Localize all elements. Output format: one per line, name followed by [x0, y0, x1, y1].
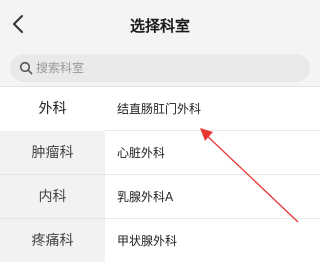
- sidebar-item-surgery[interactable]: 外科: [0, 87, 105, 131]
- list-item-thyroid-surgery[interactable]: 甲状腺外科: [105, 219, 320, 262]
- header-bar: 选择科室: [0, 0, 320, 50]
- search-input[interactable]: [36, 58, 296, 78]
- list-item-label: 心脏外科: [117, 146, 166, 160]
- category-sidebar: 外科 肿瘤科 内科 疼痛科: [0, 87, 105, 262]
- sidebar-item-label: 疼痛科: [31, 233, 74, 249]
- list-item-colorectal-surgery[interactable]: 结直肠肛门外科: [105, 87, 320, 131]
- search-bar: [0, 50, 320, 86]
- page-title: 选择科室: [129, 17, 190, 35]
- sidebar-item-label: 肿瘤科: [31, 145, 74, 161]
- sidebar-item-internal-medicine[interactable]: 内科: [0, 175, 105, 219]
- list-item-label: 甲状腺外科: [117, 234, 178, 248]
- list-item-breast-surgery-a[interactable]: 乳腺外科A: [105, 175, 320, 219]
- sidebar-item-oncology[interactable]: 肿瘤科: [0, 131, 105, 175]
- department-list: 结直肠肛门外科 心脏外科 乳腺外科A 甲状腺外科: [105, 87, 320, 262]
- search-icon: [19, 61, 33, 75]
- list-item-cardiac-surgery[interactable]: 心脏外科: [105, 131, 320, 175]
- list-item-label: 乳腺外科A: [117, 190, 174, 204]
- search-box[interactable]: [10, 54, 310, 82]
- list-item-label: 结直肠肛门外科: [117, 102, 202, 116]
- sidebar-item-label: 外科: [38, 101, 67, 117]
- sidebar-item-pain[interactable]: 疼痛科: [0, 219, 105, 262]
- sidebar-item-label: 内科: [38, 189, 67, 205]
